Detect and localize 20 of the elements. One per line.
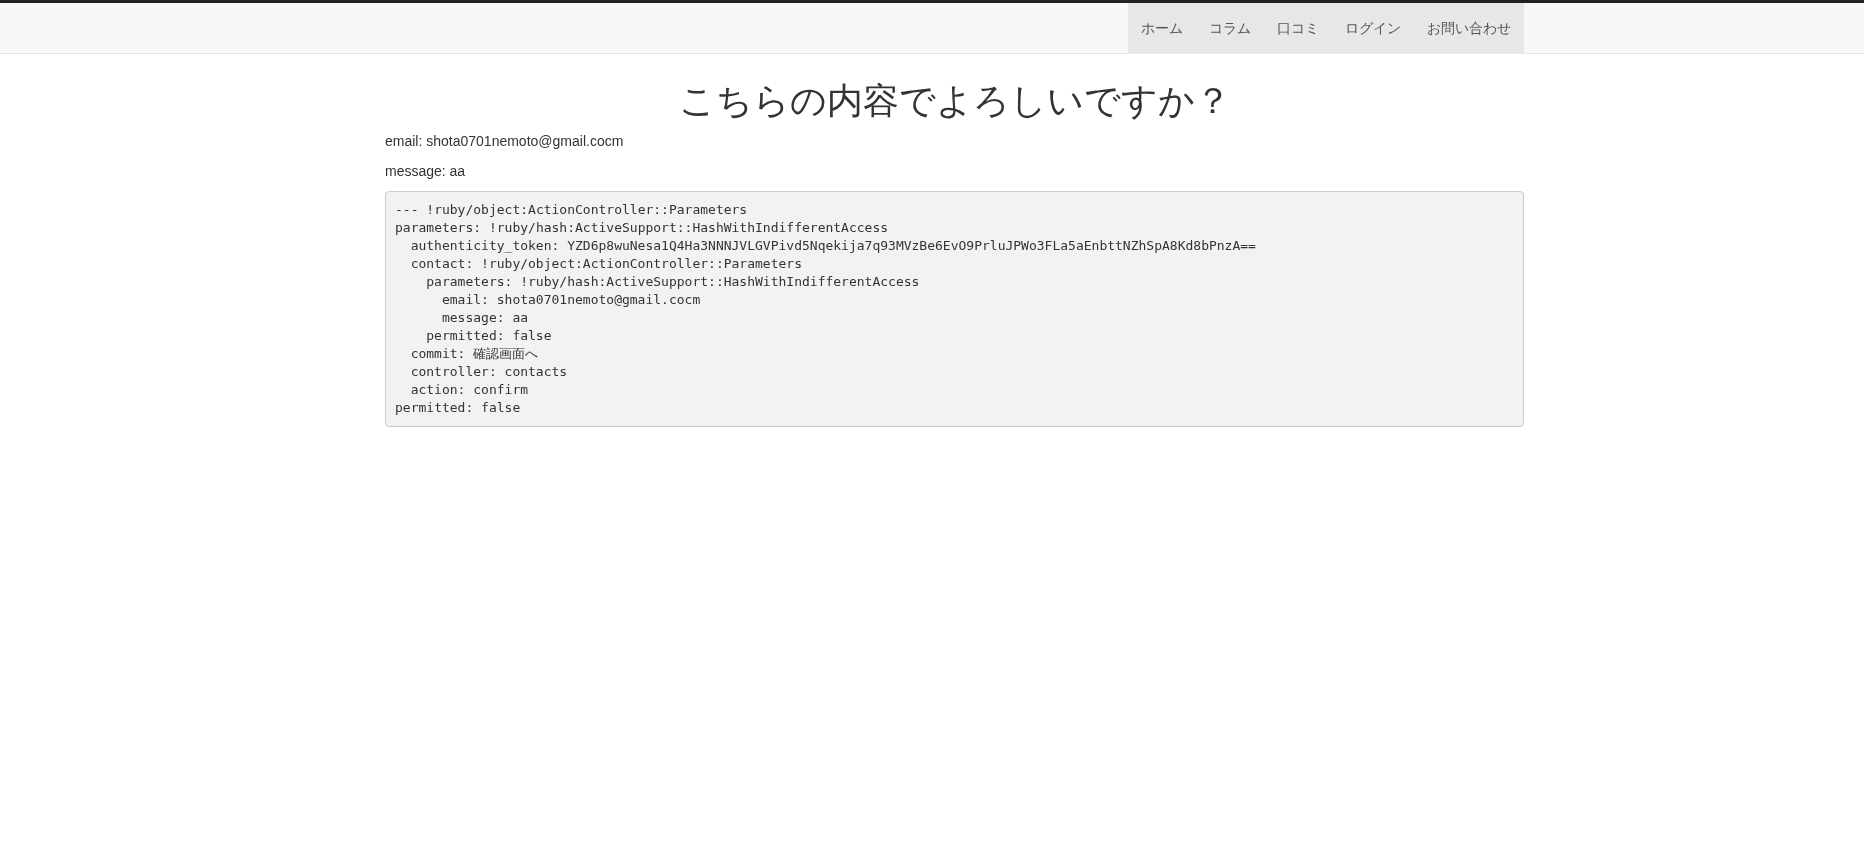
page-heading: こちらの内容でよろしいですか？	[677, 81, 1232, 121]
code-line: commit: 確認画面へ	[410, 345, 539, 363]
code-line: parameters: !ruby/hash:ActiveSupport::HashWithIndifferentAccess	[426, 273, 920, 291]
nav-link[interactable]: お問い合わせ	[1414, 3, 1524, 53]
nav-link[interactable]: コラム	[1196, 3, 1264, 53]
nav-link[interactable]: 口コミ	[1264, 3, 1332, 53]
nav-link[interactable]: ホーム	[1128, 3, 1196, 53]
code-line: parameters: !ruby/hash:ActiveSupport::HashWithIndifferentAccess	[395, 219, 889, 237]
code-line: email: shota0701nemoto@gmail.cocm	[441, 291, 701, 309]
code-line: controller: contacts	[410, 363, 568, 381]
nav-link[interactable]: ログイン	[1332, 3, 1414, 53]
code-line: --- !ruby/object:ActionController::Parameters	[395, 201, 748, 219]
code-line: permitted: false	[426, 327, 552, 345]
field-text: message: aa	[385, 162, 467, 181]
code-line: permitted: false	[395, 399, 521, 417]
code-line: message: aa	[441, 309, 529, 327]
code-line: authenticity_token: YZD6p8wuNesa1Q4Ha3NNNJVLGVPivd5Nqekija7q93MVzBe6EvO9PrluJPWo3FLa5aEnbttNZhSpA8Kd8bPnzA==	[410, 237, 1256, 255]
field-text: email: shota0701nemoto@gmail.cocm	[385, 132, 625, 151]
code-line: contact: !ruby/object:ActionController::Parameters	[410, 255, 802, 273]
code-line: action: confirm	[410, 381, 529, 399]
